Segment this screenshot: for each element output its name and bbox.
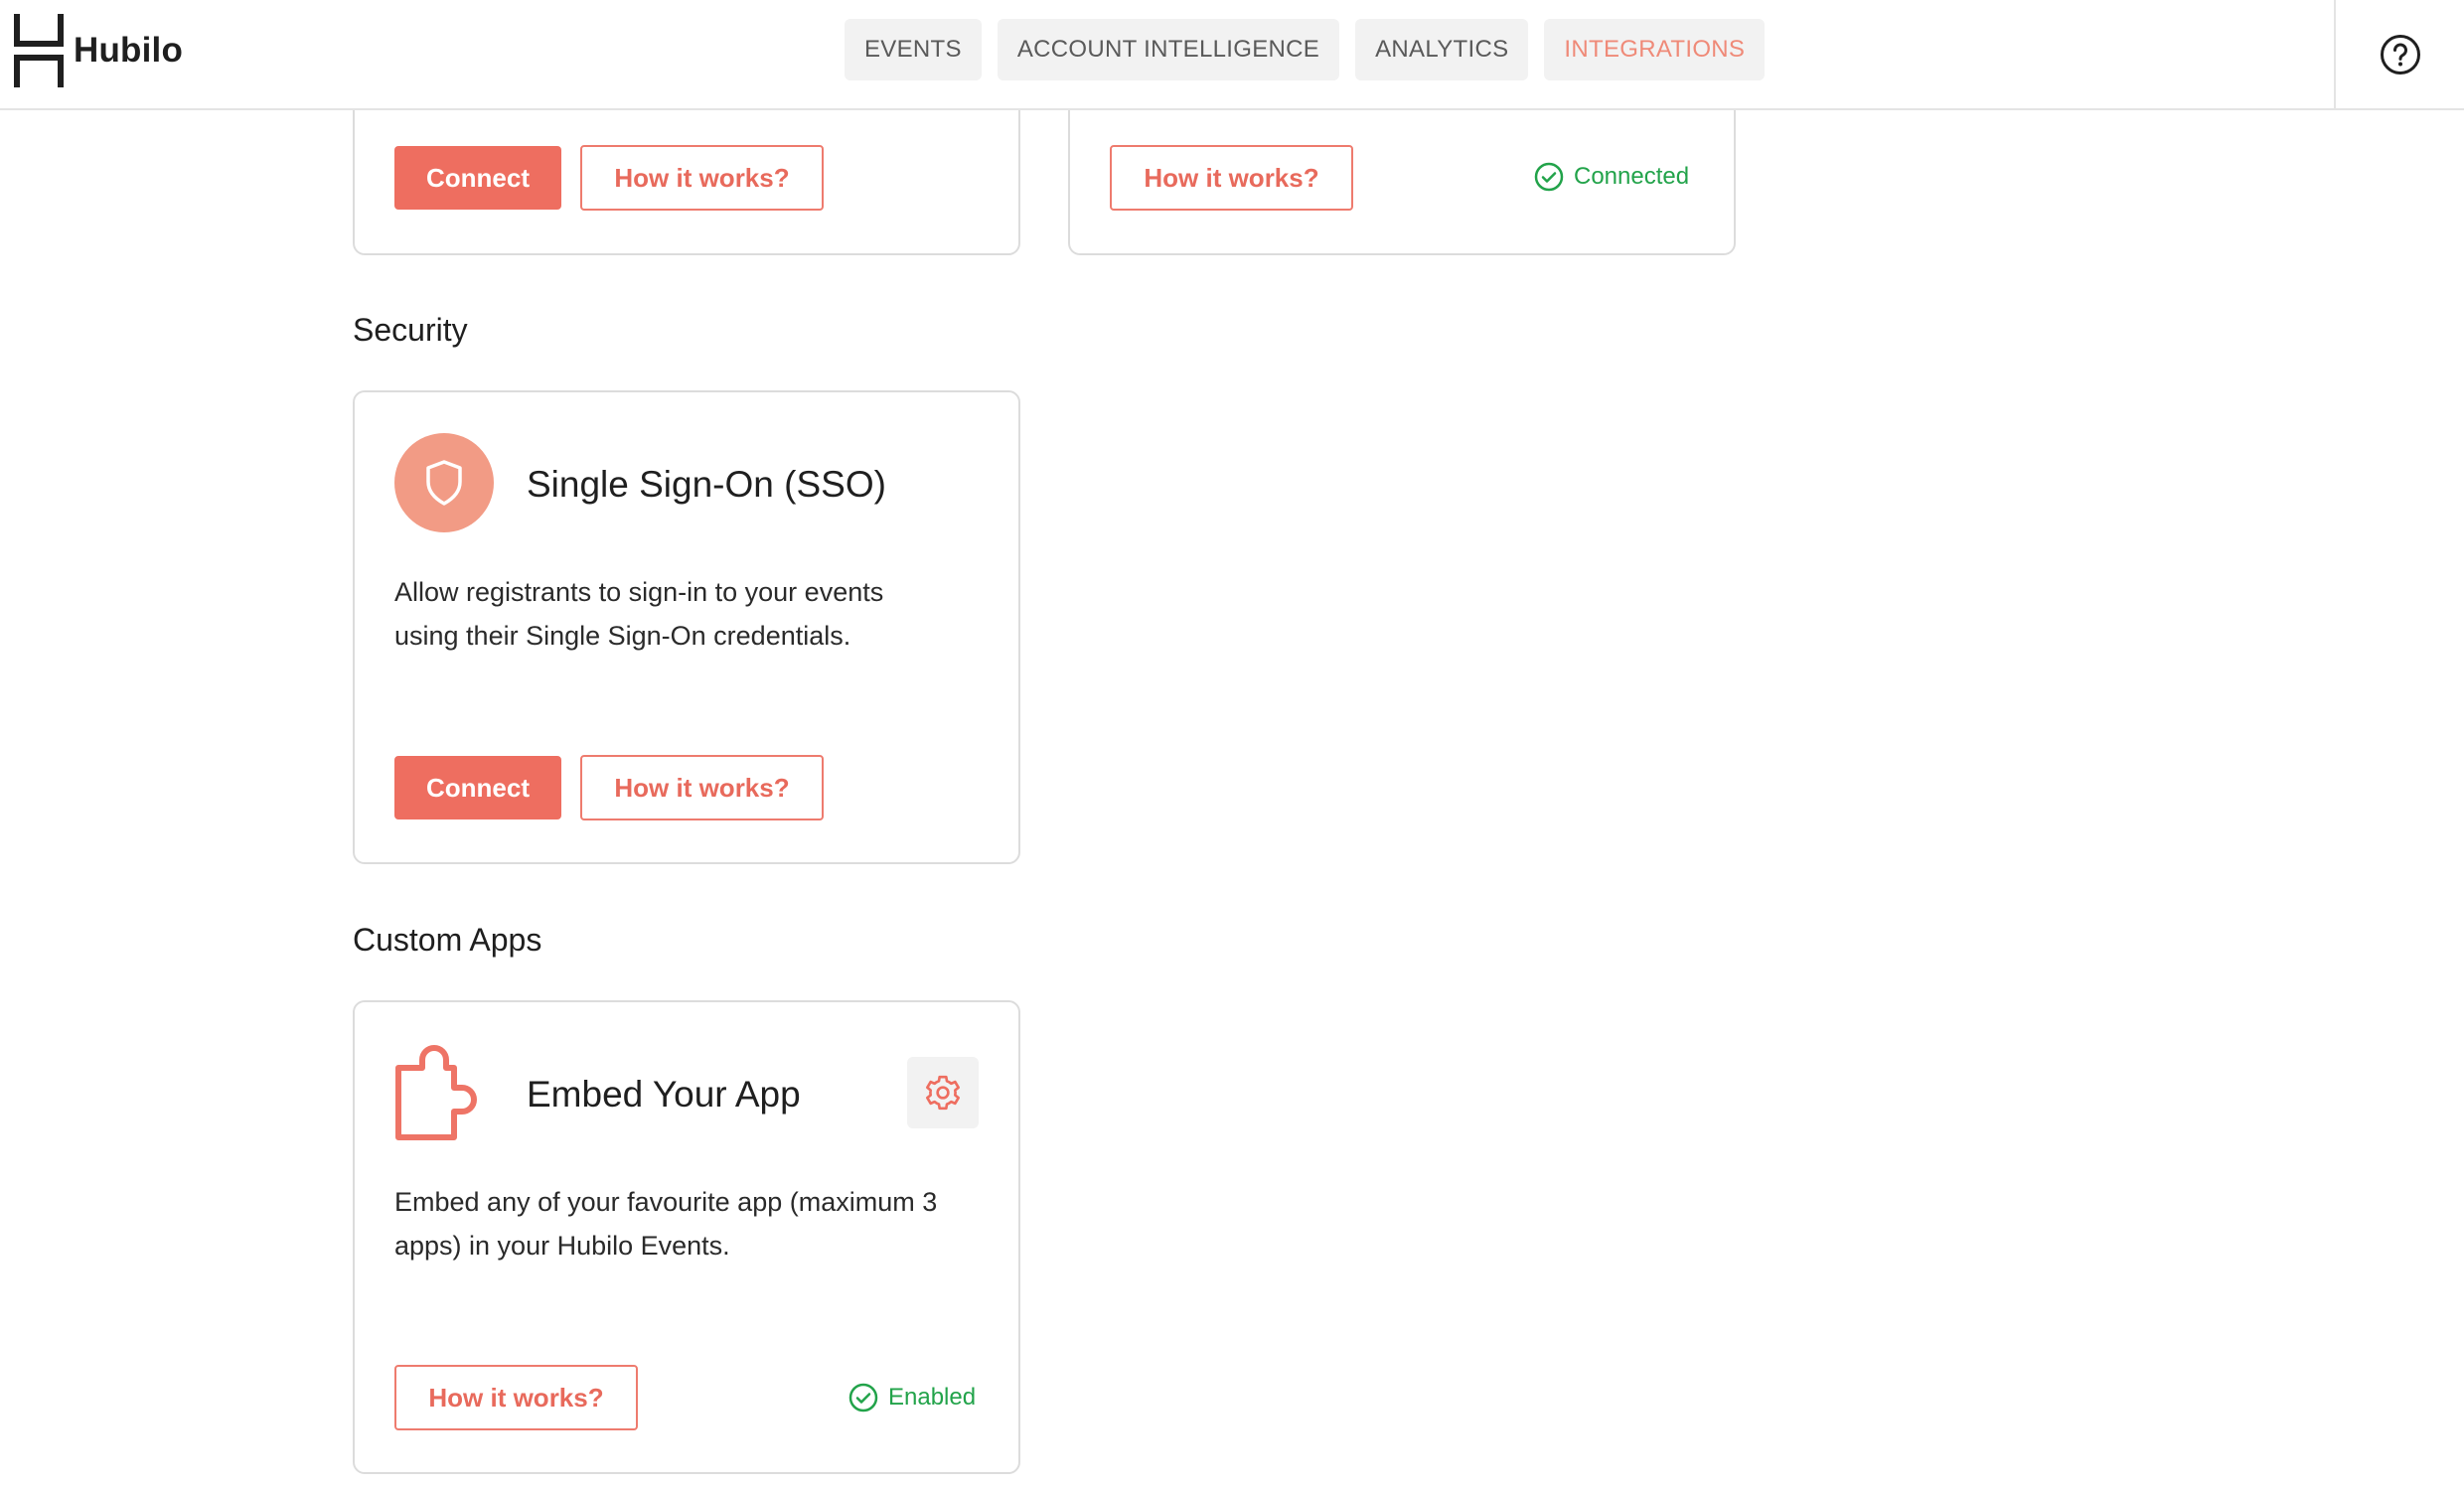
tab-events[interactable]: EVENTS bbox=[845, 19, 982, 80]
shield-icon bbox=[426, 460, 462, 506]
brand-logo[interactable]: Hubilo bbox=[14, 14, 183, 87]
main-nav-tabs: EVENTS ACCOUNT INTELLIGENCE ANALYTICS IN… bbox=[845, 19, 1766, 80]
settings-button[interactable] bbox=[907, 1057, 979, 1128]
card-description-line: Embed any of your favourite app (maximum… bbox=[394, 1187, 938, 1217]
tab-account-intelligence[interactable]: ACCOUNT INTELLIGENCE bbox=[997, 19, 1340, 80]
section-heading-custom-apps: Custom Apps bbox=[353, 922, 542, 958]
integration-card-sso: Single Sign-On (SSO) Allow registrants t… bbox=[353, 390, 1020, 864]
tab-analytics[interactable]: ANALYTICS bbox=[1355, 19, 1529, 80]
puzzle-icon bbox=[394, 1042, 494, 1141]
card-description-line: Allow registrants to sign-in to your eve… bbox=[394, 577, 884, 607]
section-heading-security: Security bbox=[353, 312, 468, 348]
connect-button[interactable]: Connect bbox=[394, 146, 561, 210]
how-it-works-button[interactable]: How it works? bbox=[580, 755, 824, 820]
card-description: Allow registrants to sign-in to your eve… bbox=[394, 570, 991, 658]
card-description-line: using their Single Sign-On credentials. bbox=[394, 621, 851, 651]
sso-icon-badge bbox=[394, 433, 494, 532]
connected-status: Connected bbox=[1534, 162, 1689, 192]
connect-button[interactable]: Connect bbox=[394, 756, 561, 819]
integration-card-partial-left: Connect How it works? bbox=[353, 110, 1020, 255]
help-icon bbox=[2380, 34, 2420, 74]
help-button[interactable] bbox=[2334, 0, 2464, 108]
check-circle-icon bbox=[848, 1383, 878, 1413]
gear-icon bbox=[926, 1075, 960, 1111]
how-it-works-button[interactable]: How it works? bbox=[394, 1365, 638, 1430]
how-it-works-button[interactable]: How it works? bbox=[580, 145, 824, 211]
card-title: Embed Your App bbox=[527, 1074, 801, 1115]
tab-integrations[interactable]: INTEGRATIONS bbox=[1544, 19, 1766, 80]
how-it-works-button[interactable]: How it works? bbox=[1110, 145, 1353, 211]
integration-card-embed-app: Embed Your App Embed any of your favouri… bbox=[353, 1000, 1020, 1474]
card-description-line: apps) in your Hubilo Events. bbox=[394, 1231, 730, 1261]
status-label: Connected bbox=[1574, 163, 1690, 190]
top-navigation-bar: Hubilo EVENTS ACCOUNT INTELLIGENCE ANALY… bbox=[0, 0, 2464, 110]
status-label: Enabled bbox=[888, 1384, 977, 1411]
card-title: Single Sign-On (SSO) bbox=[527, 464, 886, 505]
integration-card-partial-right: How it works? Connected bbox=[1068, 110, 1736, 255]
card-description: Embed any of your favourite app (maximum… bbox=[394, 1180, 1001, 1267]
hubilo-logo-icon bbox=[14, 14, 64, 87]
brand-name: Hubilo bbox=[74, 31, 184, 70]
enabled-status: Enabled bbox=[848, 1383, 976, 1413]
check-circle-icon bbox=[1534, 162, 1564, 192]
